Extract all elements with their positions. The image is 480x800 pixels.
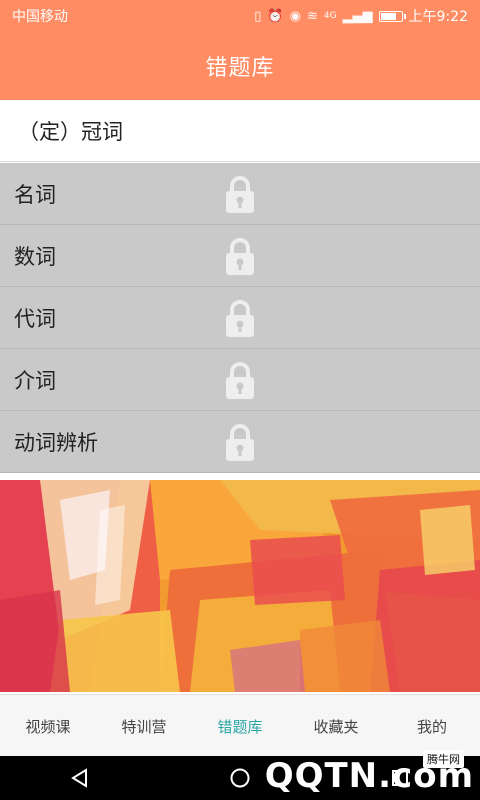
status-icons: ▯ ⏰ ◉ ≋ 4G ▂▄▆ 上午9:22: [254, 6, 468, 26]
category-label: 介词: [14, 368, 56, 393]
home-icon: [230, 768, 250, 788]
alarm-icon: ⏰: [267, 8, 284, 24]
locked-category-list: 名词 数词 代词 介词 动词辨析: [0, 163, 480, 473]
eye-icon: ◉: [289, 8, 301, 24]
category-label: 数词: [14, 244, 56, 269]
app-bar: 错题库: [0, 32, 480, 100]
locked-category-item[interactable]: 介词: [0, 349, 480, 411]
tab-mistake-bank[interactable]: 错题库: [192, 695, 288, 757]
lock-icon: [226, 176, 254, 213]
battery-icon: [378, 10, 406, 22]
category-item-article[interactable]: （定）冠词: [0, 100, 480, 162]
category-label: （定）冠词: [18, 119, 123, 144]
tab-mine[interactable]: 我的: [384, 695, 480, 757]
tab-training-camp[interactable]: 特训营: [96, 695, 192, 757]
vibrate-icon: ▯: [254, 8, 262, 24]
clock-label: 上午9:22: [408, 9, 468, 25]
home-button[interactable]: [210, 756, 270, 800]
locked-category-item[interactable]: 名词: [0, 163, 480, 225]
locked-category-item[interactable]: 数词: [0, 225, 480, 287]
back-button[interactable]: [50, 756, 110, 800]
lock-icon: [226, 300, 254, 337]
category-label: 动词辨析: [14, 430, 98, 455]
locked-category-item[interactable]: 代词: [0, 287, 480, 349]
locked-category-item[interactable]: 动词辨析: [0, 411, 480, 473]
carrier-label: 中国移动: [12, 9, 68, 25]
wifi-icon: ≋: [306, 8, 318, 24]
watermark-text: QQTN.com: [264, 756, 474, 796]
network-type-label: 4G: [323, 11, 337, 21]
lock-icon: [226, 362, 254, 399]
bottom-tab-bar: 视频课 特训营 错题库 收藏夹 我的: [0, 694, 480, 757]
page-title: 错题库: [205, 56, 275, 81]
category-label: 名词: [14, 182, 56, 207]
status-bar: 中国移动 ▯ ⏰ ◉ ≋ 4G ▂▄▆ 上午9:22: [0, 0, 480, 32]
category-label: 代词: [14, 306, 56, 331]
banner-image: [0, 480, 480, 692]
lock-icon: [226, 424, 254, 461]
signal-icon: ▂▄▆: [342, 8, 373, 24]
back-icon: [71, 768, 87, 788]
lock-icon: [226, 238, 254, 275]
tab-video-course[interactable]: 视频课: [0, 695, 96, 757]
tab-favorites[interactable]: 收藏夹: [288, 695, 384, 757]
watermark: 腾牛网 QQTN.com: [265, 750, 474, 800]
